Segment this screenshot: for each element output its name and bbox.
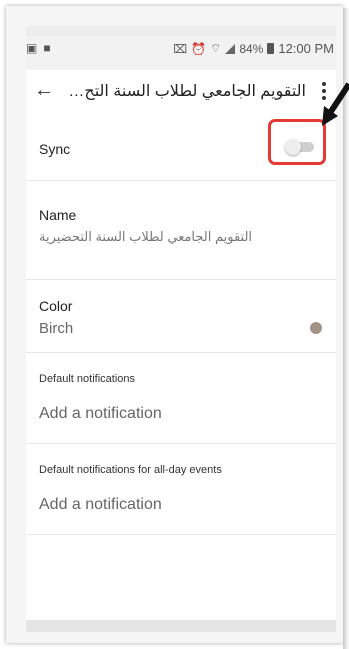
sync-label: Sync [39, 141, 71, 157]
highlight-box [268, 119, 326, 165]
allday-notifications-label: Default notifications for all-day events [39, 464, 222, 476]
sync-row[interactable]: Sync [26, 114, 336, 181]
default-notifications-section: Default notifications Add a notification [26, 353, 336, 444]
color-value: Birch [39, 320, 74, 337]
calendar-title: التقويم الجامعي لطلاب السنة التح… [68, 83, 306, 100]
color-swatch [310, 322, 322, 334]
alarm-icon: ⏰ [191, 41, 207, 56]
color-label: Color [39, 298, 73, 314]
status-time: 12:00 PM [278, 41, 334, 56]
wifi-icon: ⌔ [210, 41, 222, 55]
name-label: Name [39, 207, 77, 223]
battery-icon [267, 43, 275, 54]
bottom-strip [26, 620, 336, 632]
image-icon: ▣ [26, 41, 38, 55]
status-bar: ▣ ■ ⌧ ⏰ ⌔ 84% 12:00 PM [26, 26, 336, 70]
name-row[interactable]: Name التقويم الجامعي لطلاب السنة التحضير… [26, 181, 336, 280]
calendar-settings: Sync Name التقويم الجامعي لطلاب السنة ال… [26, 114, 336, 620]
battery-percent: 84% [239, 41, 264, 56]
default-notifications-label: Default notifications [39, 373, 135, 385]
name-value: التقويم الجامعي لطلاب السنة التحضيرية [39, 229, 253, 244]
color-row[interactable]: Color Birch [26, 280, 336, 353]
add-allday-notification-button[interactable]: Add a notification [39, 496, 162, 514]
status-bar-strip [26, 26, 336, 36]
allday-notifications-section: Default notifications for all-day events… [26, 444, 336, 535]
mute-icon: ⌧ [173, 41, 188, 56]
signal-icon [225, 43, 236, 54]
add-notification-button[interactable]: Add a notification [39, 405, 162, 423]
pointer-arrow-icon [322, 82, 349, 126]
video-icon: ■ [43, 41, 51, 55]
app-bar: ← التقويم الجامعي لطلاب السنة التح… [26, 70, 336, 115]
arrow-back-icon[interactable]: ← [32, 78, 56, 102]
